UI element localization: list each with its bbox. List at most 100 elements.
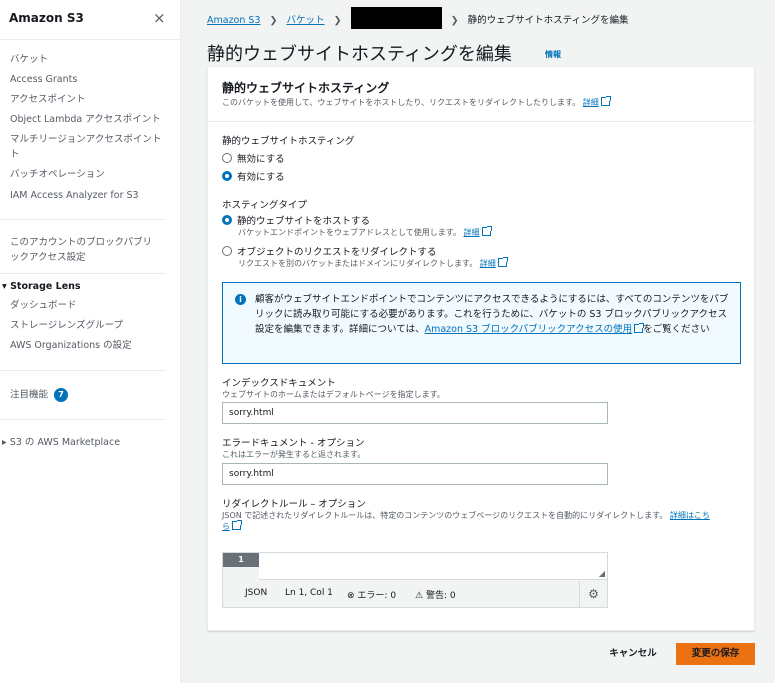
caret-down-icon: ▾: [2, 281, 11, 292]
error-doc-label: エラードキュメント - オプション: [222, 438, 365, 449]
info-alert: i 顧客がウェブサイトエンドポイントでコンテンツにアクセスできるようにするには、…: [222, 282, 741, 364]
error-document-input[interactable]: sorry.html: [222, 463, 608, 485]
radio-redirect-label: オブジェクトのリクエストをリダイレクトする: [237, 247, 437, 258]
panel-description: このバケットを使用して、ウェブサイトをホストしたり、リクエストをリダイレクトした…: [222, 96, 611, 108]
details-link[interactable]: 詳細: [480, 259, 496, 268]
alert-text: 顧客がウェブサイトエンドポイントでコンテンツにアクセスできるようにするには、すべ…: [255, 292, 735, 337]
static-hosting-panel: 静的ウェブサイトホスティング このバケットを使用して、ウェブサイトをホストしたり…: [207, 66, 755, 631]
index-document-input[interactable]: sorry.html: [222, 402, 608, 424]
sidebar-item-batch-operations[interactable]: バッチオペレーション: [10, 168, 105, 182]
radio-button-selected[interactable]: [222, 215, 232, 225]
index-doc-desc: ウェブサイトのホームまたはデフォルトページを指定します。: [222, 390, 445, 399]
radio-button[interactable]: [222, 246, 232, 256]
radio-disable-label: 無効にする: [237, 154, 285, 165]
sidebar-section-storage-lens[interactable]: ▾ Storage Lens: [2, 281, 81, 292]
chevron-right-icon: ❯: [269, 15, 278, 26]
line-number: 1: [223, 553, 259, 567]
page-title: 静的ウェブサイトホスティングを編集: [207, 44, 512, 65]
error-icon: ⊗: [347, 591, 355, 601]
editor-status-bar: JSON Ln 1, Col 1 ⊗ エラー: 0 ⚠ 警告: 0 ⚙: [223, 581, 607, 607]
cancel-button[interactable]: キャンセル: [598, 643, 668, 665]
radio-disable[interactable]: 無効にする: [222, 151, 285, 165]
sidebar-divider: [0, 219, 166, 220]
breadcrumb-buckets[interactable]: バケット: [287, 15, 325, 26]
sidebar-item-featured[interactable]: 注目機能 7: [10, 388, 69, 403]
sidebar-title[interactable]: Amazon S3: [9, 11, 84, 25]
storage-lens-label: Storage Lens: [10, 281, 81, 292]
resize-handle-icon[interactable]: ◢: [599, 569, 605, 578]
sidebar-divider: [0, 273, 166, 274]
breadcrumb: Amazon S3 ❯ バケット ❯ ❯ 静的ウェブサイトホスティングを編集: [207, 6, 629, 29]
external-link-icon: [497, 257, 508, 267]
radio-redirect[interactable]: オブジェクトのリクエストをリダイレクトする: [222, 244, 437, 258]
radio-button-selected[interactable]: [222, 171, 232, 181]
info-icon: i: [235, 294, 246, 305]
hosting-type-label: ホスティングタイプ: [222, 200, 307, 211]
radio-enable[interactable]: 有効にする: [222, 169, 285, 183]
warning-count: ⚠ 警告: 0: [415, 588, 456, 601]
sidebar-item-iam-analyzer[interactable]: IAM Access Analyzer for S3: [10, 189, 139, 203]
caret-right-icon: ▸: [2, 437, 10, 448]
panel-header: 静的ウェブサイトホスティング このバケットを使用して、ウェブサイトをホストしたり…: [208, 67, 754, 122]
redirect-rules-desc: JSON で記述されたリダイレクトルールは、特定のコンテンツのウェブページのリク…: [222, 510, 710, 521]
editor-text-area[interactable]: ◢: [259, 553, 607, 580]
breadcrumb-current: 静的ウェブサイトホスティングを編集: [467, 15, 629, 26]
breadcrumb-s3[interactable]: Amazon S3: [207, 15, 261, 26]
error-count: ⊗ エラー: 0: [347, 588, 396, 601]
radio-host-static[interactable]: 静的ウェブサイトをホストする: [222, 213, 370, 227]
radio-button[interactable]: [222, 153, 232, 163]
editor-mode: JSON: [245, 588, 268, 598]
json-code-editor: 1 ◢ JSON Ln 1, Col 1 ⊗ エラー: 0 ⚠ 警告: 0 ⚙: [222, 552, 608, 608]
warning-count-text: 警告: 0: [425, 591, 456, 601]
redirect-rules-desc-cont: ら: [222, 520, 242, 532]
sidebar-divider: [0, 370, 166, 371]
alert-text-after: をご覧ください: [643, 324, 710, 335]
error-count-text: エラー: 0: [357, 591, 397, 601]
external-link-icon: [232, 520, 242, 530]
gear-icon[interactable]: ⚙: [579, 581, 607, 607]
sidebar-item-lens-groups[interactable]: ストレージレンズグループ: [10, 319, 123, 333]
marketplace-label: S3 の AWS Marketplace: [9, 437, 121, 448]
sidebar-divider: [0, 419, 166, 420]
sidebar-item-buckets[interactable]: バケット: [10, 53, 48, 67]
featured-label: 注目機能: [10, 389, 49, 401]
radio-host-static-label: 静的ウェブサイトをホストする: [237, 216, 371, 227]
external-link-icon: [634, 323, 645, 333]
cursor-position: Ln 1, Col 1: [285, 588, 333, 598]
sidebar-item-marketplace[interactable]: ▸ S3 の AWS Marketplace: [2, 436, 120, 450]
redirect-desc-text: リクエストを別のバケットまたはドメインにリダイレクトします。: [238, 259, 478, 268]
hosting-label: 静的ウェブサイトホスティング: [222, 136, 355, 147]
sidebar-item-organizations[interactable]: AWS Organizations の設定: [10, 339, 132, 353]
sidebar-item-block-public-access-cont[interactable]: ックアクセス設定: [10, 251, 86, 265]
info-link[interactable]: 情報: [545, 49, 561, 60]
sidebar-item-access-points[interactable]: アクセスポイント: [10, 93, 86, 107]
index-doc-label: インデックスドキュメント: [222, 378, 336, 389]
external-link-icon: [600, 96, 611, 106]
sidebar-header: Amazon S3 ×: [0, 0, 180, 40]
host-static-desc: バケットエンドポイントをウェブアドレスとして使用します。 詳細: [238, 226, 492, 238]
close-icon[interactable]: ×: [153, 9, 166, 27]
sidebar-item-multi-region[interactable]: マルチリージョンアクセスポイント: [10, 133, 161, 147]
radio-enable-label: 有効にする: [237, 172, 285, 183]
sidebar-item-multi-region-cont[interactable]: ト: [10, 148, 20, 162]
details-link[interactable]: 詳細: [583, 98, 599, 107]
save-changes-button[interactable]: 変更の保存: [676, 643, 755, 665]
details-link[interactable]: 詳細: [464, 228, 480, 237]
warning-icon: ⚠: [415, 591, 424, 601]
sidebar-item-object-lambda[interactable]: Object Lambda アクセスポイント: [10, 113, 161, 127]
block-public-access-link[interactable]: Amazon S3 ブロックパブリックアクセスの使用: [425, 324, 633, 335]
sidebar-item-dashboards[interactable]: ダッシュボード: [10, 299, 77, 313]
redirect-desc: リクエストを別のバケットまたはドメインにリダイレクトします。 詳細: [238, 257, 508, 269]
panel-description-text: このバケットを使用して、ウェブサイトをホストしたり、リクエストをリダイレクトした…: [222, 98, 581, 107]
sidebar-item-block-public-access[interactable]: このアカウントのブロックパブリ: [10, 236, 152, 250]
redirect-details-link[interactable]: 詳細はこち: [670, 511, 710, 520]
chevron-right-icon: ❯: [450, 15, 459, 26]
redirect-details-link-cont[interactable]: ら: [222, 522, 230, 531]
sidebar-item-access-grants[interactable]: Access Grants: [10, 73, 77, 87]
chevron-right-icon: ❯: [333, 15, 342, 26]
redirect-rules-label: リダイレクトルール – オプション: [222, 499, 366, 510]
panel-title: 静的ウェブサイトホスティング: [222, 81, 390, 95]
redacted-bucket-name: [350, 6, 442, 29]
host-static-desc-text: バケットエンドポイントをウェブアドレスとして使用します。: [238, 228, 461, 237]
external-link-icon: [481, 226, 492, 236]
